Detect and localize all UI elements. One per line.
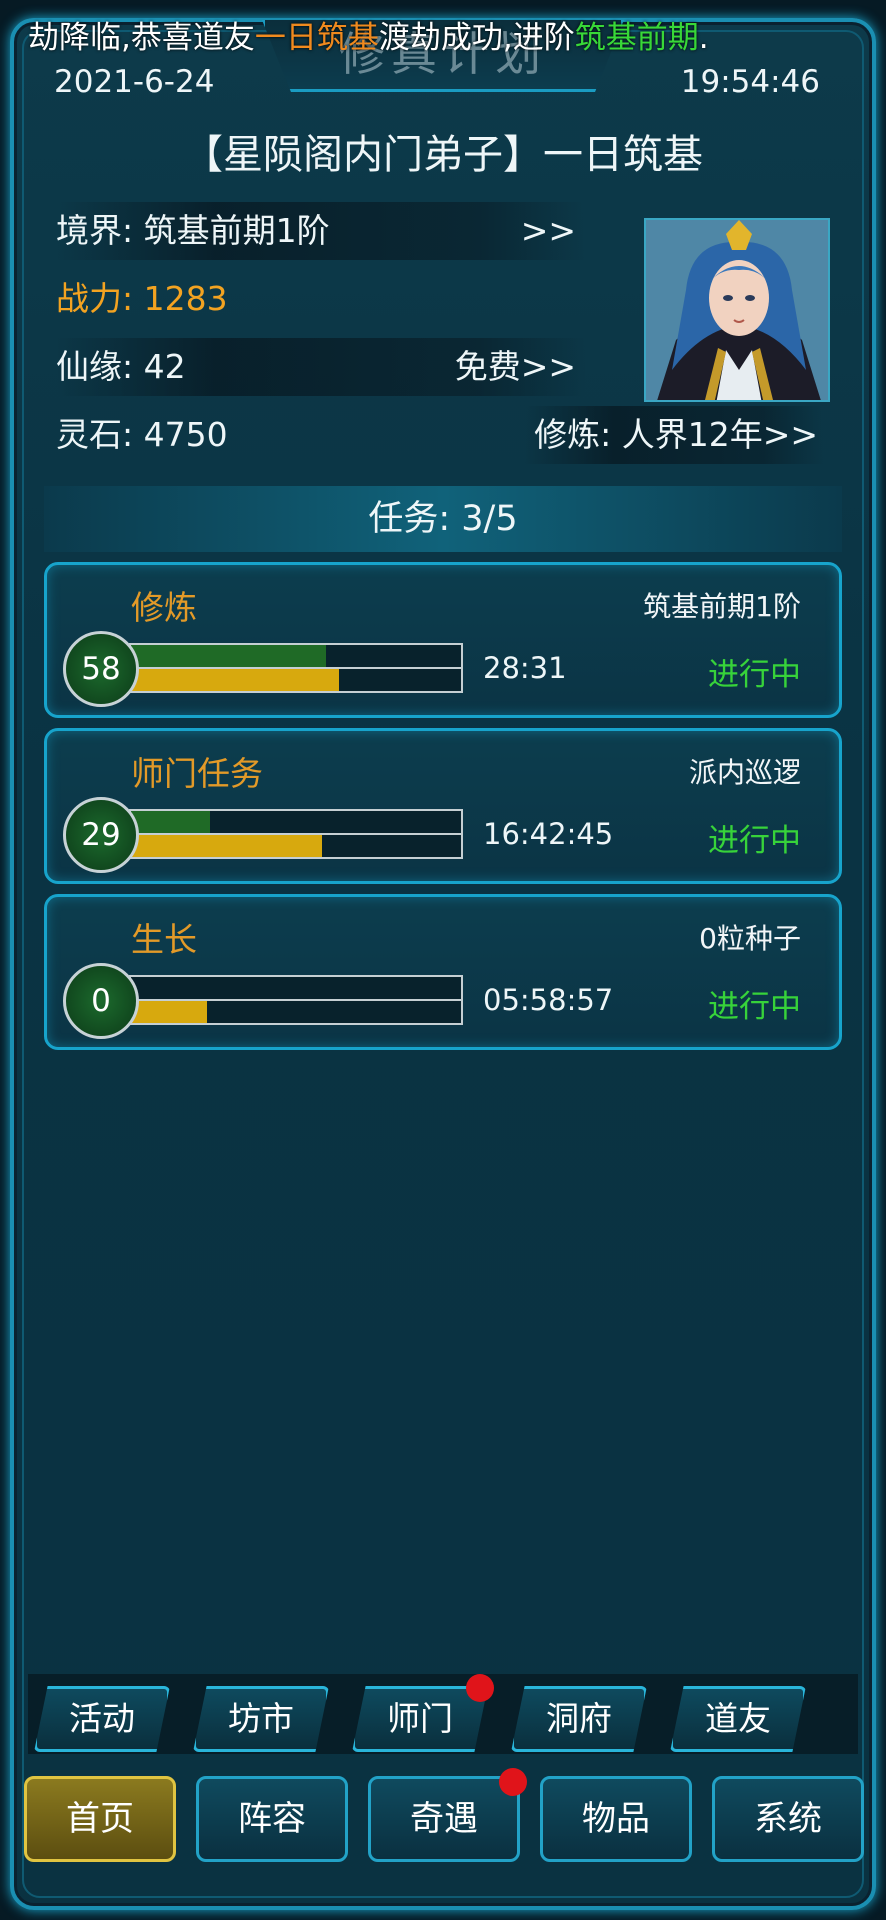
marquee-realm: 筑基前期 xyxy=(574,20,699,56)
progress-yellow-fill xyxy=(131,669,339,691)
task-level-badge: 29 xyxy=(63,797,139,873)
task-progress-bar xyxy=(129,809,463,859)
task-header: 任务: 3/5 xyxy=(44,486,842,552)
marquee-prefix: 劫降临,恭喜道友 xyxy=(28,20,255,56)
realm-row[interactable]: 境界: 筑基前期1阶 >> xyxy=(56,202,586,260)
progress-green-fill xyxy=(131,811,211,833)
fate-free-link[interactable]: 免费>> xyxy=(455,338,576,396)
encounter-notification-dot xyxy=(499,1768,527,1796)
task-name: 师门任务 xyxy=(131,754,263,793)
task-name: 修炼 xyxy=(131,588,197,627)
sect-notification-dot xyxy=(466,1674,494,1702)
player-avatar[interactable] xyxy=(644,218,830,402)
progress-yellow-fill xyxy=(131,835,323,857)
subnav-friends-button[interactable]: 道友 xyxy=(670,1686,806,1752)
nav-items-button[interactable]: 物品 xyxy=(540,1776,692,1862)
subnav-cave-button[interactable]: 洞府 xyxy=(511,1686,647,1752)
task-progress-bar xyxy=(129,975,463,1025)
task-time: 16:42:45 xyxy=(483,817,614,851)
task-card-sect-mission[interactable]: 师门任务 派内巡逻 29 16:42:45 进行中 xyxy=(44,728,842,884)
subnav-market-button[interactable]: 坊市 xyxy=(193,1686,329,1752)
sub-nav-bar: 活动 坊市 师门 洞府 道友 xyxy=(28,1674,858,1754)
marquee-end: . xyxy=(698,20,709,56)
task-desc: 筑基前期1阶 xyxy=(643,590,801,623)
task-time: 05:58:57 xyxy=(483,983,614,1017)
task-name: 生长 xyxy=(131,920,197,959)
progress-yellow-fill xyxy=(131,1001,207,1023)
task-level-badge: 0 xyxy=(63,963,139,1039)
task-status: 进行中 xyxy=(708,657,801,693)
task-desc: 0粒种子 xyxy=(699,922,801,955)
subnav-activity-button[interactable]: 活动 xyxy=(34,1686,170,1752)
realm-link[interactable]: >> xyxy=(521,202,576,260)
nav-system-button[interactable]: 系统 xyxy=(712,1776,864,1862)
nav-home-button[interactable]: 首页 xyxy=(24,1776,176,1862)
task-progress-bar xyxy=(129,643,463,693)
task-level-badge: 58 xyxy=(63,631,139,707)
marquee-mid: 渡劫成功,进阶 xyxy=(378,20,575,56)
time-label: 19:54:46 xyxy=(680,64,820,100)
bottom-nav: 首页 阵容 奇遇 物品 系统 xyxy=(24,1776,864,1862)
progress-green-fill xyxy=(131,645,326,667)
nav-encounter-button[interactable]: 奇遇 xyxy=(368,1776,520,1862)
task-time: 28:31 xyxy=(483,651,567,685)
date-label: 2021-6-24 xyxy=(54,64,215,100)
task-card-growth[interactable]: 生长 0粒种子 0 05:58:57 进行中 xyxy=(44,894,842,1050)
spirit-stones: 灵石: 4750 xyxy=(56,415,228,454)
announcement-marquee: 劫降临,恭喜道友一日筑基渡劫成功,进阶筑基前期. xyxy=(28,12,709,57)
combat-power: 战力: 1283 xyxy=(56,279,228,318)
nav-lineup-button[interactable]: 阵容 xyxy=(196,1776,348,1862)
task-card-cultivate[interactable]: 修炼 筑基前期1阶 58 28:31 进行中 xyxy=(44,562,842,718)
fate-row[interactable]: 仙缘: 42 免费>> xyxy=(56,338,586,396)
task-status: 进行中 xyxy=(708,823,801,859)
cultivation-link[interactable]: 修炼: 人界12年>> xyxy=(524,406,824,464)
realm-label: 境界: 筑基前期1阶 xyxy=(56,211,330,250)
fate-label: 仙缘: 42 xyxy=(56,347,186,386)
task-status: 进行中 xyxy=(708,989,801,1025)
task-desc: 派内巡逻 xyxy=(688,756,801,789)
marquee-player-name: 一日筑基 xyxy=(254,20,379,56)
player-title: 【星陨阁内门弟子】一日筑基 xyxy=(183,132,703,178)
